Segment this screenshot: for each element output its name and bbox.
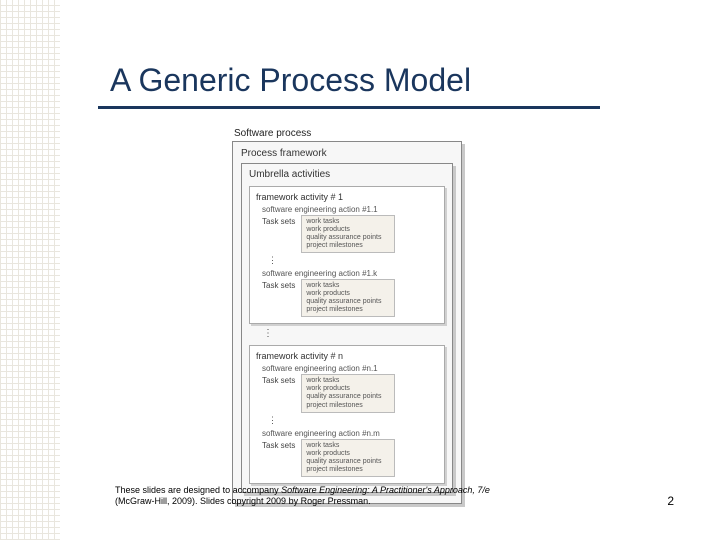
fa1-tasksets-k: Task sets: [262, 281, 295, 290]
vdots-between-icon: ⋮: [263, 328, 445, 339]
box-umbrella: Umbrella activities framework activity #…: [241, 163, 453, 493]
vdots-icon: ⋮: [268, 255, 438, 266]
fa1-mini-k: work tasks work products quality assuran…: [301, 279, 395, 317]
mini-item: work products: [306, 290, 390, 298]
fan-action-m: software engineering action #n.m: [262, 429, 438, 438]
mini-item: work tasks: [306, 377, 390, 385]
label-software-process: Software process: [234, 128, 462, 139]
mini-item: quality assurance points: [306, 393, 390, 401]
vdots-icon: ⋮: [268, 415, 438, 426]
mini-item: work products: [306, 385, 390, 393]
fa1-row-1: Task sets work tasks work products quali…: [262, 215, 438, 253]
mini-item: quality assurance points: [306, 298, 390, 306]
box-framework-activity-n: framework activity # n software engineer…: [249, 345, 445, 483]
footer-pre: These slides are designed to accompany: [115, 485, 281, 495]
title-underline: [98, 106, 600, 109]
fa1-mini-1: work tasks work products quality assuran…: [301, 215, 395, 253]
mini-item: work products: [306, 226, 390, 234]
fan-row-1: Task sets work tasks work products quali…: [262, 374, 438, 412]
fan-tasksets-m: Task sets: [262, 441, 295, 450]
fan-action-1: software engineering action #n.1: [262, 364, 438, 373]
fan-tasksets-1: Task sets: [262, 376, 295, 385]
footer-attribution: These slides are designed to accompany S…: [115, 485, 595, 508]
mini-item: quality assurance points: [306, 234, 390, 242]
fa1-row-k: Task sets work tasks work products quali…: [262, 279, 438, 317]
slide: A Generic Process Model Software process…: [0, 0, 720, 540]
slide-title: A Generic Process Model: [110, 62, 630, 99]
box-process-framework: Process framework Umbrella activities fr…: [232, 141, 462, 504]
fan-mini-m: work tasks work products quality assuran…: [301, 439, 395, 477]
fan-mini-1: work tasks work products quality assuran…: [301, 374, 395, 412]
mini-item: work tasks: [306, 218, 390, 226]
footer-line2: (McGraw-Hill, 2009). Slides copyright 20…: [115, 496, 371, 506]
footer-book-title: Software Engineering: A Practitioner's A…: [281, 485, 490, 495]
fa1-title: framework activity # 1: [256, 192, 438, 202]
mini-item: project milestones: [306, 466, 390, 474]
mini-item: work products: [306, 450, 390, 458]
fa1-action-1: software engineering action #1.1: [262, 205, 438, 214]
mini-item: project milestones: [306, 242, 390, 250]
fan-title: framework activity # n: [256, 351, 438, 361]
left-hatch-decor: [0, 0, 60, 540]
page-number: 2: [667, 494, 674, 508]
fa1-tasksets-1: Task sets: [262, 217, 295, 226]
mini-item: quality assurance points: [306, 458, 390, 466]
fan-row-m: Task sets work tasks work products quali…: [262, 439, 438, 477]
mini-item: work tasks: [306, 282, 390, 290]
label-umbrella: Umbrella activities: [249, 169, 445, 180]
mini-item: project milestones: [306, 306, 390, 314]
box-framework-activity-1: framework activity # 1 software engineer…: [249, 186, 445, 324]
label-process-framework: Process framework: [241, 148, 453, 159]
diagram: Software process Process framework Umbre…: [232, 128, 462, 504]
fa1-action-k: software engineering action #1.k: [262, 269, 438, 278]
mini-item: work tasks: [306, 442, 390, 450]
mini-item: project milestones: [306, 402, 390, 410]
